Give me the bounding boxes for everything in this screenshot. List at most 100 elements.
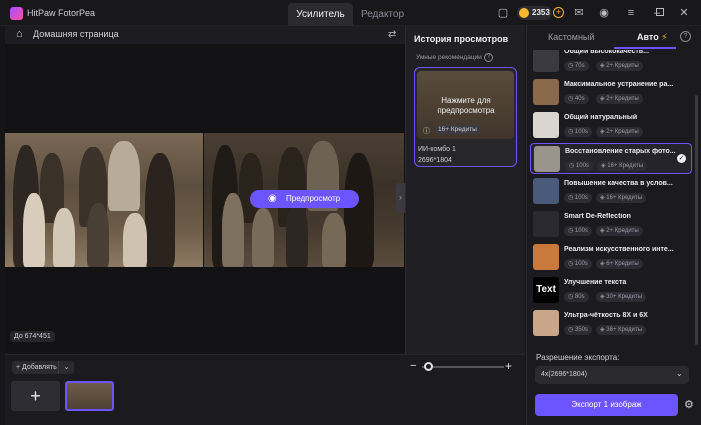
info-icon[interactable]: ⓘ xyxy=(423,126,430,136)
tab-auto[interactable]: Авто ⚡ xyxy=(637,32,668,43)
model-credit-badge: ◈ 16+ Кредиты xyxy=(597,161,648,171)
add-credits-button[interactable]: + xyxy=(553,7,564,18)
chevron-down-icon[interactable]: ⌄ xyxy=(676,369,683,378)
model-time-badge: ◷ 80s xyxy=(564,292,589,302)
model-name: Реализм искусственного инте... xyxy=(564,246,674,253)
chat-icon[interactable]: ▢ xyxy=(497,7,509,19)
preview-button[interactable]: ◉ Предпросмотр xyxy=(250,190,359,208)
model-credit-badge: ◈ 2+ Кредиты xyxy=(596,61,643,71)
model-credit-badge: ◈ 6+ Кредиты xyxy=(596,259,643,269)
model-credit-badge: ◈ 2+ Кредиты xyxy=(596,94,643,104)
history-card-hint: Нажмите для предпросмотра xyxy=(437,96,495,115)
model-list: Общий высококачеств... ◷ 70s ◈ 2+ Кредиты М… xyxy=(530,50,695,340)
scrollbar[interactable] xyxy=(695,95,698,345)
model-time-badge: ◷ 40s xyxy=(564,94,589,104)
mail-icon[interactable]: ✉ xyxy=(573,7,585,19)
model-time-badge: ◷ 70s xyxy=(564,61,589,71)
zoom-slider[interactable] xyxy=(422,366,504,368)
resolution-select[interactable]: 4x(2696*1804) xyxy=(535,366,689,384)
model-time-badge: ◷ 100s xyxy=(564,193,592,203)
help-icon[interactable]: ? xyxy=(680,31,691,42)
model-item[interactable]: Общий высококачеств... ◷ 70s ◈ 2+ Кредиты xyxy=(530,50,692,75)
export-button[interactable]: Экспорт 1 изображ xyxy=(535,394,678,416)
history-dimensions: 2696*1804 xyxy=(418,157,452,164)
model-name: Общий высококачеств... xyxy=(564,50,649,55)
history-credit-badge: 16+ Кредиты xyxy=(434,125,481,134)
model-thumbnail xyxy=(533,244,559,270)
coin-icon xyxy=(519,8,529,18)
model-credit-badge: ◈ 2+ Кредиты xyxy=(596,226,643,236)
account-icon[interactable]: ◉ xyxy=(598,7,610,19)
resolution-label: Разрешение экспорта: xyxy=(536,353,620,362)
breadcrumb[interactable]: Домашняя страница xyxy=(33,29,119,39)
model-name: Smart De-Reflection xyxy=(564,213,631,220)
clock-icon: ◷ xyxy=(568,129,575,135)
tab-editor[interactable]: Редактор xyxy=(355,3,410,26)
model-thumbnail xyxy=(533,178,559,204)
home-icon[interactable]: ⌂ xyxy=(16,28,23,40)
help-icon[interactable]: ? xyxy=(484,53,493,62)
tab-enhancer[interactable]: Усилитель xyxy=(288,3,353,26)
zoom-out-button[interactable]: − xyxy=(410,360,416,372)
model-name: Восстановление старых фото... xyxy=(565,148,676,155)
model-thumbnail xyxy=(533,310,559,336)
check-icon: ✓ xyxy=(677,154,686,163)
tab-indicator xyxy=(614,47,676,49)
model-name: Общий натуральный xyxy=(564,114,638,121)
clock-icon: ◷ xyxy=(568,96,575,102)
model-thumbnail xyxy=(533,112,559,138)
clock-icon: ◷ xyxy=(568,63,575,69)
model-time-badge: ◷ 100s xyxy=(564,127,592,137)
clock-icon: ◷ xyxy=(568,195,575,201)
photo-before xyxy=(5,133,203,267)
collapse-panel-handle[interactable]: › xyxy=(396,183,405,213)
model-thumbnail xyxy=(533,50,559,72)
image-thumbnail[interactable] xyxy=(65,381,114,411)
model-credit-badge: ◈ 2+ Кредиты xyxy=(596,127,643,137)
lightning-icon: ⚡ xyxy=(661,32,668,42)
add-dropdown-chevron-icon[interactable]: ⌄ xyxy=(58,361,74,374)
model-item[interactable]: Text Улучшение текста ◷ 80s ◈ 30+ Кредиты xyxy=(530,275,692,306)
model-item[interactable]: Максимальное устранение ра... ◷ 40s ◈ 2+ К… xyxy=(530,77,692,108)
tab-custom[interactable]: Кастомный xyxy=(548,32,594,42)
model-thumbnail xyxy=(534,146,560,172)
model-thumbnail: Text xyxy=(533,277,559,303)
menu-icon[interactable]: ≡ xyxy=(625,7,637,19)
history-subtitle: Умные рекомендации xyxy=(416,54,482,61)
gear-icon[interactable]: ⚙ xyxy=(684,398,694,411)
model-credit-badge: ◈ 30+ Кредиты xyxy=(596,292,647,302)
model-thumbnail xyxy=(533,211,559,237)
model-name: Максимальное устранение ра... xyxy=(564,81,674,88)
model-time-badge: ◷ 100s xyxy=(565,161,593,171)
model-time-badge: ◷ 350s xyxy=(564,325,592,335)
clock-icon: ◷ xyxy=(568,261,575,267)
history-model-name: ИИ-комбо 1 xyxy=(418,146,456,153)
model-name: Ультра-чёткость 8X и 6X xyxy=(564,312,648,319)
app-title: HitPaw FotorPea xyxy=(27,8,96,18)
model-time-badge: ◷ 100s xyxy=(564,259,592,269)
model-item[interactable]: Повышение качества в услов... ◷ 100s ◈ 16+… xyxy=(530,176,692,207)
close-icon[interactable]: ✕ xyxy=(678,7,690,19)
zoom-in-button[interactable]: + xyxy=(505,359,512,373)
add-image-tile[interactable]: + xyxy=(11,381,60,411)
maximize-icon[interactable] xyxy=(655,7,665,19)
model-thumbnail xyxy=(533,79,559,105)
model-time-badge: ◷ 100s xyxy=(564,226,592,236)
credits-value: 2353 xyxy=(532,8,550,17)
clock-icon: ◷ xyxy=(568,228,575,234)
model-credit-badge: ◈ 36+ Кредиты xyxy=(596,325,647,335)
model-name: Повышение качества в услов... xyxy=(564,180,673,187)
zoom-slider-knob[interactable] xyxy=(424,362,433,371)
eye-icon: ◉ xyxy=(268,193,277,204)
model-item[interactable]: Реализм искусственного инте... ◷ 100s ◈ 6+… xyxy=(530,242,692,273)
clock-icon: ◷ xyxy=(568,294,575,300)
compare-toggle-icon[interactable]: ⇄ xyxy=(388,29,396,40)
model-item[interactable]: Ультра-чёткость 8X и 6X ◷ 350s ◈ 36+ Креди… xyxy=(530,308,692,339)
app-logo-icon xyxy=(10,7,23,20)
model-item[interactable]: Smart De-Reflection ◷ 100s ◈ 2+ Кредиты xyxy=(530,209,692,240)
model-item[interactable]: Восстановление старых фото... ◷ 100s ◈ 16+… xyxy=(530,143,692,174)
model-name: Улучшение текста xyxy=(564,279,627,286)
clock-icon: ◷ xyxy=(569,163,576,169)
before-size-label: До 674*451 xyxy=(10,331,55,342)
model-item[interactable]: Общий натуральный ◷ 100s ◈ 2+ Кредиты xyxy=(530,110,692,141)
